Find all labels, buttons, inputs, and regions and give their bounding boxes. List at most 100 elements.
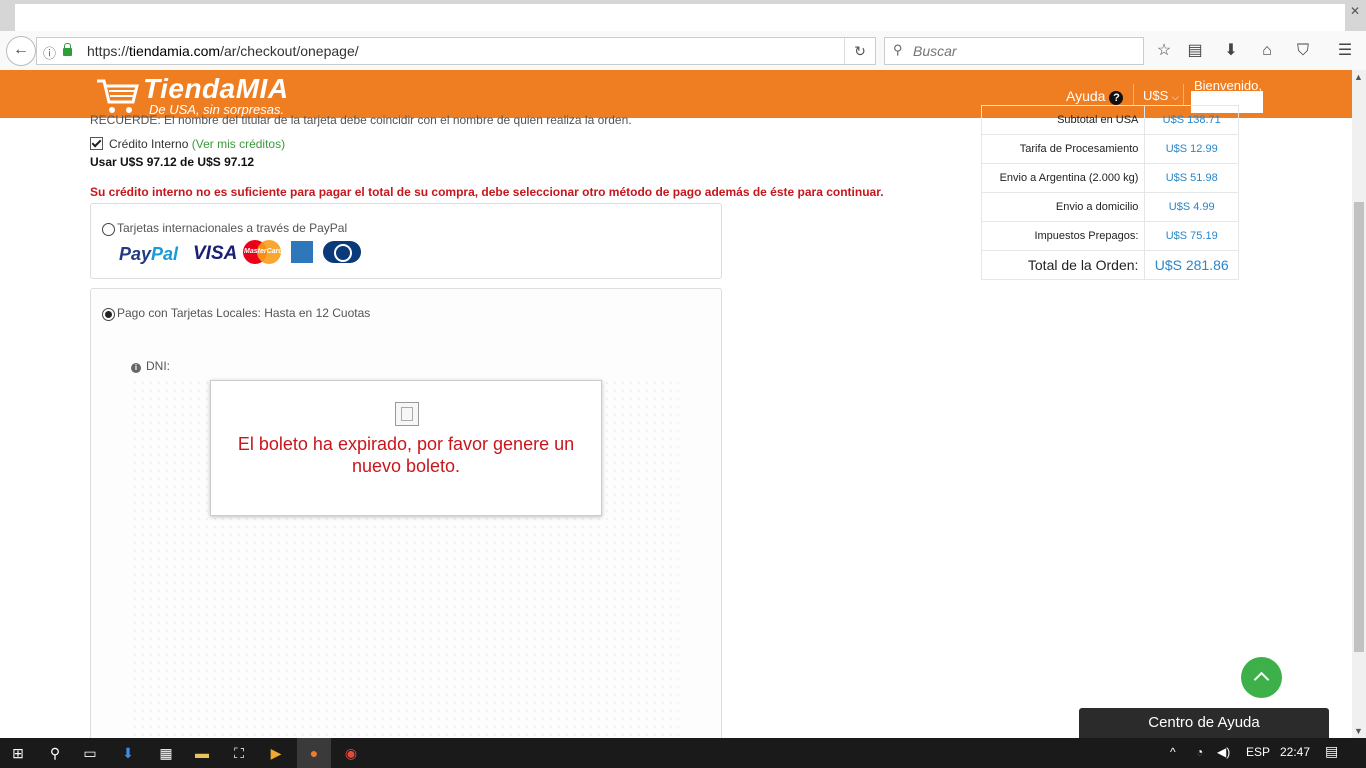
task-view-icon[interactable]: ▭ (81, 744, 99, 762)
windows-start-icon[interactable]: ⊞ (9, 744, 27, 762)
local-cards-radio[interactable] (102, 308, 115, 321)
total-label: Total de la Orden: (980, 250, 1146, 280)
paypal-radio[interactable] (102, 223, 115, 236)
info-icon[interactable]: ⓘ (43, 43, 56, 62)
header-divider (1183, 84, 1184, 106)
calculator-icon[interactable]: ▦ (157, 744, 175, 762)
amex-logo (291, 241, 313, 263)
currency-label: U$S (1143, 88, 1169, 103)
url-path: /ar/checkout/onepage/ (220, 43, 359, 59)
summary-label: Envio a domicilio (980, 192, 1146, 222)
reading-list-icon[interactable]: ▤ (1184, 40, 1206, 62)
local-cards-option-box[interactable]: Pago con Tarjetas Locales: Hasta en 12 C… (90, 288, 722, 750)
page-scrollbar[interactable]: ▲ ▼ (1352, 70, 1366, 738)
internal-credit-label: Crédito Interno (109, 137, 189, 151)
summary-total-row: Total de la Orden: U$S 281.86 (980, 250, 1239, 280)
lock-icon (63, 43, 72, 56)
scroll-up-icon[interactable]: ▲ (1354, 72, 1363, 82)
diners-logo (323, 241, 361, 263)
order-summary-table: Subtotal en USA U$S 138.71 Tarifa de Proc… (980, 105, 1239, 280)
summary-row: Subtotal en USA U$S 138.71 (980, 105, 1239, 135)
url-host: tiendamia.com (129, 43, 221, 59)
home-icon[interactable]: ⌂ (1256, 40, 1278, 62)
summary-label: Impuestos Prepagos: (980, 221, 1146, 251)
cardholder-reminder: RECUERDE: El nombre del titular de la ta… (90, 113, 632, 127)
summary-value: U$S 12.99 (1144, 134, 1239, 164)
store-icon[interactable]: ⛶ (230, 744, 248, 762)
logo-name: TiendaMIA (143, 73, 289, 104)
windows-taskbar: ⊞ ⚲ ▭ ⬇ ▦ ▬ ⛶ ▶ ● ◉ ^ ◔ ◀) ESP 22:47 ▤ (0, 738, 1366, 768)
total-value: U$S 281.86 (1144, 250, 1239, 280)
browser-toolbar: ← ⓘ https://tiendamia.com/ar/checkout/on… (0, 31, 1366, 71)
question-icon: ? (1109, 91, 1124, 105)
internal-credit-row: Crédito Interno (Ver mis créditos) (90, 137, 285, 151)
summary-value: U$S 75.19 (1144, 221, 1239, 251)
bookmark-star-icon[interactable]: ☆ (1153, 40, 1175, 62)
scrollbar-thumb[interactable] (1354, 202, 1364, 652)
summary-value: U$S 51.98 (1144, 163, 1239, 193)
clock[interactable]: 22:47 (1280, 745, 1310, 759)
chevron-down-icon: ⌵ (1171, 92, 1179, 102)
address-bar[interactable]: ⓘ https://tiendamia.com/ar/checkout/onep… (36, 37, 876, 65)
scroll-down-icon[interactable]: ▼ (1354, 726, 1363, 736)
mastercard-logo: MasterCard (243, 240, 283, 264)
summary-value: U$S 4.99 (1144, 192, 1239, 222)
summary-row: Envio a domicilio U$S 4.99 (980, 192, 1239, 222)
summary-row: Impuestos Prepagos: U$S 75.19 (980, 221, 1239, 251)
info-icon: i (131, 363, 141, 373)
menu-icon[interactable]: ☰ (1334, 40, 1356, 62)
internal-credit-checkbox[interactable] (90, 137, 103, 150)
notifications-icon[interactable]: ▤ (1325, 743, 1338, 760)
search-icon[interactable]: ⚲ (46, 744, 64, 762)
local-cards-option-label[interactable]: Pago con Tarjetas Locales: Hasta en 12 C… (117, 306, 370, 320)
download-app-icon[interactable]: ⬇ (119, 744, 137, 762)
expired-ticket-dialog: El boleto ha expirado, por favor genere … (210, 380, 602, 516)
volume-icon[interactable]: ◀) (1217, 745, 1230, 759)
broken-image-icon (395, 402, 419, 426)
help-center-button[interactable]: Centro de Ayuda (1079, 708, 1329, 738)
chrome-icon[interactable]: ◉ (342, 744, 360, 762)
paypal-option-label[interactable]: Tarjetas internacionales a través de Pay… (117, 221, 347, 235)
visa-logo: VISA (193, 243, 238, 264)
paypal-logo-pal: Pal (151, 244, 179, 264)
summary-label: Envio a Argentina (2.000 kg) (980, 163, 1146, 193)
browser-tab-strip: ✕ (0, 0, 1366, 31)
scroll-to-top-button[interactable] (1241, 657, 1282, 698)
mastercard-logo-text: MasterCard (244, 248, 283, 255)
url-scheme: https:// (87, 43, 130, 59)
paypal-logo: PayPal (119, 244, 178, 265)
chevron-up-icon[interactable]: ^ (1170, 745, 1176, 759)
search-icon: ⚲ (893, 42, 903, 57)
download-icon[interactable]: ⬇ (1220, 40, 1242, 62)
reload-icon[interactable]: ↻ (844, 38, 875, 64)
paypal-option-box[interactable]: Tarjetas internacionales a través de Pay… (90, 203, 722, 279)
summary-row: Tarifa de Procesamiento U$S 12.99 (980, 134, 1239, 164)
language-indicator[interactable]: ESP (1246, 745, 1270, 759)
summary-label: Subtotal en USA (980, 105, 1146, 135)
cart-icon (97, 79, 139, 113)
search-box[interactable]: ⚲ (884, 37, 1144, 65)
firefox-icon[interactable]: ● (297, 738, 331, 768)
url-text[interactable]: https://tiendamia.com/ar/checkout/onepag… (87, 43, 359, 59)
media-player-icon[interactable]: ▶ (267, 744, 285, 762)
paypal-logo-pay: Pay (119, 244, 152, 264)
active-tab[interactable] (15, 4, 1345, 31)
wifi-icon[interactable]: ◔ (1196, 745, 1203, 759)
dni-field[interactable]: i DNI: (131, 359, 170, 373)
back-button[interactable]: ← (6, 36, 36, 66)
summary-value: U$S 138.71 (1144, 105, 1239, 135)
expired-message: El boleto ha expirado, por favor genere … (237, 434, 575, 476)
header-divider (1133, 84, 1134, 106)
dni-label: DNI: (146, 359, 170, 373)
search-input[interactable] (911, 41, 1135, 61)
pocket-icon[interactable]: ⛉ (1292, 40, 1314, 62)
view-credits-link[interactable]: (Ver mis créditos) (192, 137, 285, 151)
insufficient-credit-warning: Su crédito interno no es suficiente para… (90, 185, 884, 199)
close-icon[interactable]: ✕ (1350, 4, 1360, 18)
summary-row: Envio a Argentina (2.000 kg) U$S 51.98 (980, 163, 1239, 193)
summary-label: Tarifa de Procesamiento (980, 134, 1146, 164)
help-label: Ayuda (1066, 88, 1106, 104)
help-link[interactable]: Ayuda? (1066, 88, 1124, 105)
file-explorer-icon[interactable]: ▬ (193, 744, 211, 762)
currency-selector[interactable]: U$S ⌵ (1143, 88, 1179, 103)
